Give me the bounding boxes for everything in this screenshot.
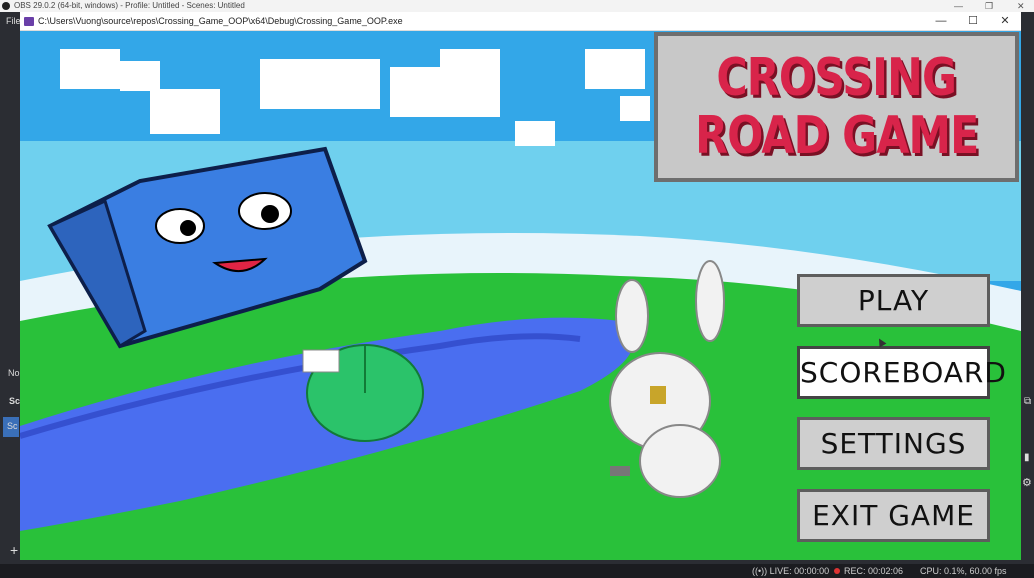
app-exe-icon bbox=[24, 17, 34, 26]
obs-rec-text: REC: 00:02:06 bbox=[844, 566, 904, 576]
obs-menu-file[interactable]: File bbox=[6, 16, 21, 26]
obs-restore-icon[interactable]: ❐ bbox=[985, 0, 993, 12]
logo-line-2: ROAD GAME bbox=[694, 106, 979, 166]
obs-statusbar: ((•)) LIVE: 00:00:00 REC: 00:02:06 CPU: … bbox=[0, 564, 1034, 578]
obs-dock-label-2: Sc bbox=[9, 396, 21, 406]
obs-dock-label-3[interactable]: Sc bbox=[3, 417, 19, 437]
obs-bar-icon[interactable]: ▮ bbox=[1024, 452, 1030, 463]
obs-dock-icon[interactable]: ⧉ bbox=[1024, 396, 1031, 407]
scoreboard-button[interactable]: SCOREBOARD bbox=[797, 346, 1006, 399]
obs-add-scene-button[interactable]: + bbox=[10, 542, 18, 558]
obs-minimize-icon[interactable]: — bbox=[954, 0, 963, 12]
game-close-button[interactable]: ✕ bbox=[990, 12, 1020, 31]
obs-rec-status: REC: 00:02:06 bbox=[834, 564, 903, 578]
obs-cpu-status: CPU: 0.1%, 60.00 fps bbox=[920, 566, 1007, 576]
logo-line-1: CROSSING bbox=[716, 48, 958, 108]
obs-title: OBS 29.0.2 (64-bit, windows) - Profile: … bbox=[14, 1, 245, 10]
game-maximize-button[interactable]: ☐ bbox=[958, 12, 988, 31]
game-logo: CROSSING ROAD GAME bbox=[654, 32, 1019, 182]
settings-button[interactable]: SETTINGS bbox=[797, 417, 990, 470]
game-canvas: CROSSING ROAD GAME PLAY SCOREBOARD SETTI… bbox=[20, 31, 1021, 560]
exit-game-button[interactable]: EXIT GAME bbox=[797, 489, 990, 542]
obs-close-icon[interactable]: ✕ bbox=[1017, 0, 1025, 12]
game-window-title: C:\Users\Vuong\source\repos\Crossing_Gam… bbox=[38, 16, 403, 26]
obs-live-status: ((•)) LIVE: 00:00:00 bbox=[752, 566, 830, 576]
game-minimize-button[interactable]: — bbox=[926, 12, 956, 31]
obs-live-text: LIVE: 00:00:00 bbox=[769, 566, 830, 576]
game-window: C:\Users\Vuong\source\repos\Crossing_Gam… bbox=[20, 12, 1021, 560]
obs-titlebar: OBS 29.0.2 (64-bit, windows) - Profile: … bbox=[0, 0, 1034, 12]
obs-dock-label-1: No bbox=[8, 368, 20, 378]
rec-dot-icon bbox=[834, 568, 840, 574]
play-button[interactable]: PLAY bbox=[797, 274, 990, 327]
obs-gear-icon[interactable]: ⚙ bbox=[1022, 476, 1032, 489]
obs-logo-icon bbox=[2, 2, 10, 10]
game-window-titlebar: C:\Users\Vuong\source\repos\Crossing_Gam… bbox=[20, 12, 1021, 31]
